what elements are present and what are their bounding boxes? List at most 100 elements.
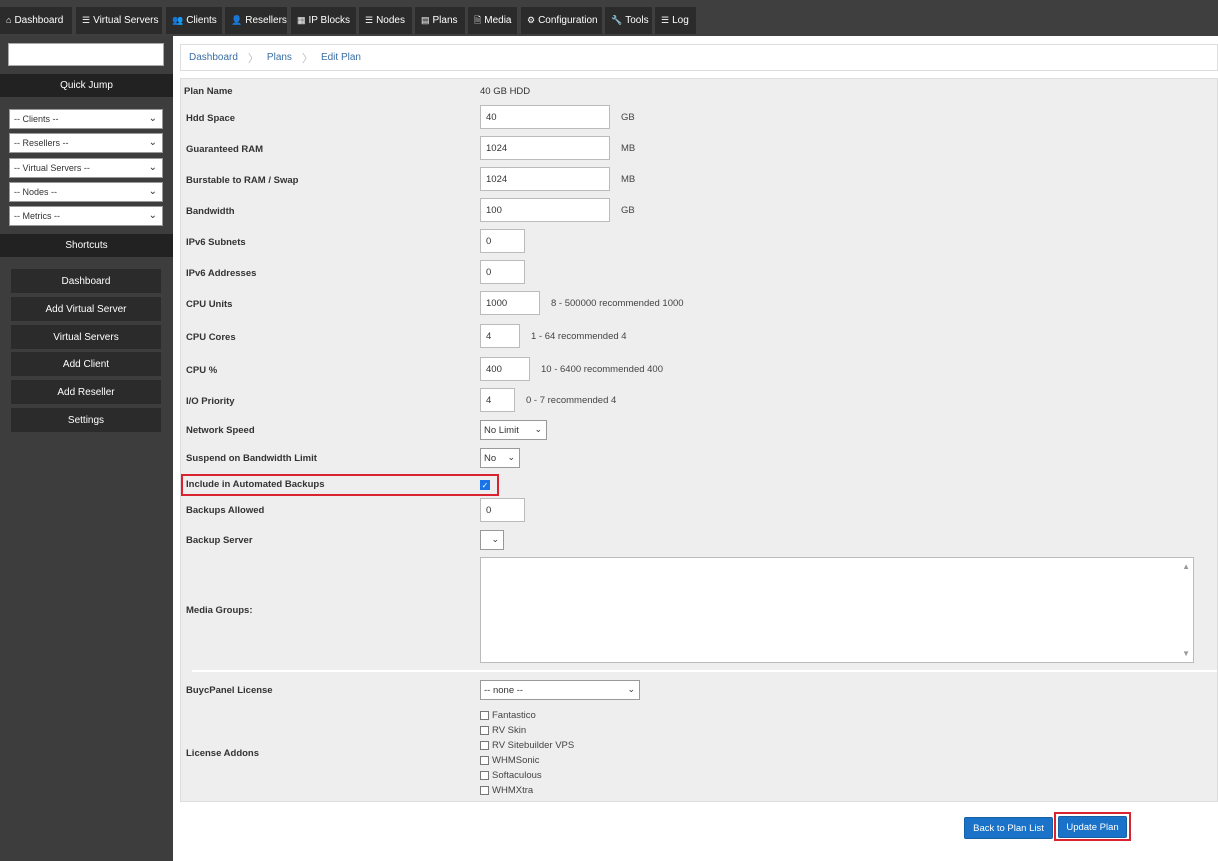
shortcut-add-client-button[interactable]: Add Client bbox=[11, 352, 161, 376]
license-addons-label: License Addons bbox=[186, 748, 260, 759]
breadcrumb-edit-plan[interactable]: Edit Plan bbox=[321, 52, 361, 63]
nav-label: Plans bbox=[432, 15, 458, 26]
breadcrumb-dashboard[interactable]: Dashboard bbox=[189, 52, 238, 63]
hdd-space-unit: GB bbox=[621, 112, 635, 123]
shortcut-virtual-servers-button[interactable]: Virtual Servers bbox=[11, 325, 161, 349]
scroll-down-icon[interactable]: ▼ bbox=[1182, 649, 1190, 658]
addon-checkbox[interactable] bbox=[480, 786, 489, 795]
nav-plans[interactable]: ▤ Plans bbox=[415, 7, 465, 34]
breadcrumb-plans[interactable]: Plans bbox=[267, 52, 292, 63]
chevron-down-icon: ⌄ bbox=[148, 210, 157, 221]
nav-log[interactable]: ☰ Log bbox=[655, 7, 696, 34]
addon-checkbox[interactable] bbox=[480, 711, 489, 720]
io-priority-input[interactable]: 4 bbox=[480, 388, 515, 412]
hdd-space-input[interactable]: 40 bbox=[480, 105, 610, 129]
plan-form: Plan Name 40 GB HDD Hdd Space 40 GB Guar… bbox=[180, 78, 1218, 802]
cpu-percent-label: CPU % bbox=[186, 365, 218, 376]
ipv6-subnets-input[interactable]: 0 bbox=[480, 229, 525, 253]
shortcut-add-reseller-button[interactable]: Add Reseller bbox=[11, 380, 161, 404]
file-icon: 🗎 bbox=[474, 15, 482, 25]
addon-softaculous[interactable]: Softaculous bbox=[480, 770, 542, 781]
suspend-bandwidth-select[interactable]: No ⌄ bbox=[480, 448, 520, 468]
guaranteed-ram-input[interactable]: 1024 bbox=[480, 136, 610, 160]
virtual-servers-select[interactable]: -- Virtual Servers -- ⌄ bbox=[9, 158, 163, 178]
network-speed-label: Network Speed bbox=[186, 425, 255, 436]
check-icon: ✓ bbox=[481, 480, 489, 490]
bandwidth-input[interactable]: 100 bbox=[480, 198, 610, 222]
cpu-cores-input[interactable]: 4 bbox=[480, 324, 520, 348]
resellers-select[interactable]: -- Resellers -- ⌄ bbox=[9, 133, 163, 153]
nav-dashboard[interactable]: ⌂ Dashboard bbox=[0, 7, 72, 34]
addon-fantastico[interactable]: Fantastico bbox=[480, 710, 536, 721]
nav-label: Clients bbox=[186, 15, 217, 26]
nav-ip-blocks[interactable]: ▦ IP Blocks bbox=[291, 7, 356, 34]
gear-icon: ⚙ bbox=[527, 15, 536, 25]
nav-tools[interactable]: 🔧 Tools bbox=[605, 7, 652, 34]
chevron-down-icon: ⌄ bbox=[534, 424, 542, 434]
burstable-ram-unit: MB bbox=[621, 174, 636, 185]
nav-clients[interactable]: 👥 Clients bbox=[166, 7, 222, 34]
addon-label: RV Sitebuilder VPS bbox=[492, 740, 575, 751]
ipv6-addresses-input[interactable]: 0 bbox=[480, 260, 525, 284]
select-value: -- Nodes -- bbox=[14, 187, 58, 197]
quick-jump-header: Quick Jump bbox=[0, 74, 173, 97]
chevron-down-icon: ⌄ bbox=[148, 162, 157, 173]
addon-whmsonic[interactable]: WHMSonic bbox=[480, 755, 540, 766]
nav-label: Dashboard bbox=[14, 15, 64, 26]
list-icon: ☰ bbox=[661, 15, 670, 25]
cpu-units-input[interactable]: 1000 bbox=[480, 291, 540, 315]
bandwidth-unit: GB bbox=[621, 205, 635, 216]
clients-select[interactable]: -- Clients -- ⌄ bbox=[9, 109, 163, 129]
select-value: -- Metrics -- bbox=[14, 211, 60, 221]
network-speed-select[interactable]: No Limit ⌄ bbox=[480, 420, 547, 440]
cpu-cores-label: CPU Cores bbox=[186, 332, 236, 343]
user-icon: 👤 bbox=[231, 15, 243, 25]
breadcrumb-separator-icon: 〉 bbox=[301, 52, 313, 65]
shortcut-add-virtual-server-button[interactable]: Add Virtual Server bbox=[11, 297, 161, 321]
cpu-percent-input[interactable]: 400 bbox=[480, 357, 530, 381]
plan-name-value: 40 GB HDD bbox=[480, 86, 531, 97]
sidebar-search-input[interactable] bbox=[8, 43, 164, 66]
addon-label: Fantastico bbox=[492, 710, 536, 721]
shortcut-settings-button[interactable]: Settings bbox=[11, 408, 161, 432]
addon-checkbox[interactable] bbox=[480, 771, 489, 780]
nav-configuration[interactable]: ⚙ Configuration bbox=[521, 7, 602, 34]
addon-checkbox[interactable] bbox=[480, 726, 489, 735]
addon-rv-skin[interactable]: RV Skin bbox=[480, 725, 526, 736]
backups-allowed-input[interactable]: 0 bbox=[480, 498, 525, 522]
chevron-down-icon: ⌄ bbox=[627, 684, 635, 694]
addon-checkbox[interactable] bbox=[480, 741, 489, 750]
chevron-down-icon: ⌄ bbox=[148, 137, 157, 148]
nav-media[interactable]: 🗎 Media bbox=[468, 7, 517, 34]
cpu-percent-hint: 10 - 6400 recommended 400 bbox=[541, 364, 663, 375]
addon-label: WHMXtra bbox=[492, 785, 534, 796]
select-value: No bbox=[484, 452, 497, 464]
media-groups-listbox[interactable]: ▲ ▼ bbox=[480, 557, 1194, 663]
back-to-plan-list-button[interactable]: Back to Plan List bbox=[964, 817, 1053, 839]
nodes-select[interactable]: -- Nodes -- ⌄ bbox=[9, 182, 163, 202]
media-groups-label: Media Groups: bbox=[186, 605, 253, 616]
update-plan-button[interactable]: Update Plan bbox=[1058, 816, 1127, 838]
scroll-up-icon[interactable]: ▲ bbox=[1182, 562, 1190, 571]
backup-server-select[interactable]: ⌄ bbox=[480, 530, 504, 550]
burstable-ram-input[interactable]: 1024 bbox=[480, 167, 610, 191]
nav-nodes[interactable]: ☰ Nodes bbox=[359, 7, 412, 34]
select-value: -- Resellers -- bbox=[14, 138, 69, 148]
sidebar: Quick Jump -- Clients -- ⌄ -- Resellers -… bbox=[0, 36, 173, 861]
ipv6-subnets-label: IPv6 Subnets bbox=[186, 237, 246, 248]
metrics-select[interactable]: -- Metrics -- ⌄ bbox=[9, 206, 163, 226]
addon-whmxtra[interactable]: WHMXtra bbox=[480, 785, 533, 796]
auto-backups-checkbox[interactable]: ✓ bbox=[480, 480, 490, 490]
top-nav: ⌂ Dashboard ☰ Virtual Servers 👥 Clients 👤 Re… bbox=[0, 0, 1218, 36]
buycpanel-license-label: BuycPanel License bbox=[186, 685, 273, 696]
shortcut-dashboard-button[interactable]: Dashboard bbox=[11, 269, 161, 293]
addon-rv-sitebuilder[interactable]: RV Sitebuilder VPS bbox=[480, 740, 574, 751]
buycpanel-license-select[interactable]: -- none -- ⌄ bbox=[480, 680, 640, 700]
chevron-down-icon: ⌄ bbox=[507, 452, 515, 462]
select-value: -- Virtual Servers -- bbox=[14, 163, 90, 173]
nav-resellers[interactable]: 👤 Resellers bbox=[225, 7, 287, 34]
select-value: -- none -- bbox=[484, 684, 524, 696]
addon-checkbox[interactable] bbox=[480, 756, 489, 765]
breadcrumb: Dashboard 〉 Plans 〉 Edit Plan bbox=[180, 44, 1218, 71]
nav-virtual-servers[interactable]: ☰ Virtual Servers bbox=[76, 7, 162, 34]
